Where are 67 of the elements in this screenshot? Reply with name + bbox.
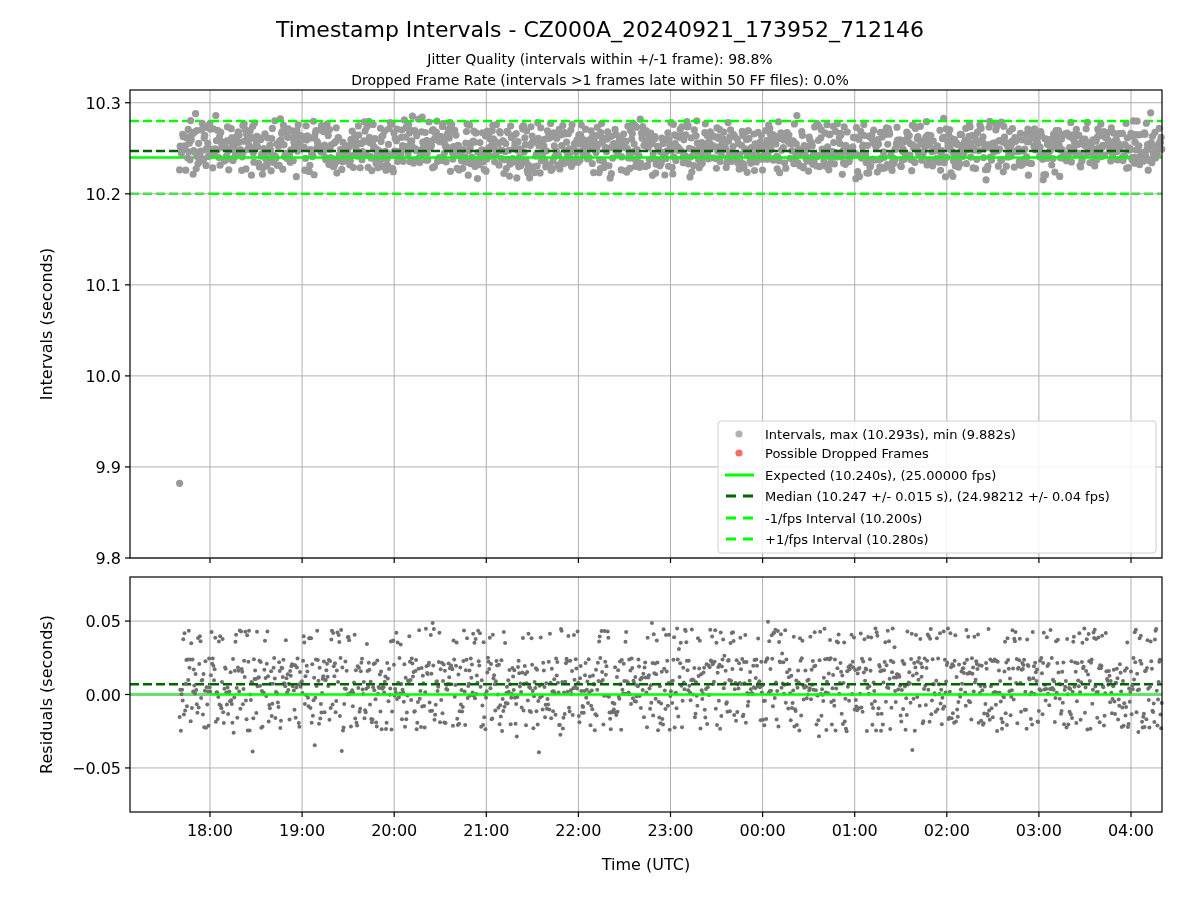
tick-mark (301, 558, 303, 563)
tick-mark (125, 767, 130, 769)
tick-mark (577, 812, 579, 817)
x-tick-label: 21:00 (463, 821, 510, 840)
y-tick-label: 10.3 (85, 93, 121, 113)
legend-label: -1/fps Interval (10.200s) (765, 510, 923, 526)
tick-mark (669, 558, 672, 563)
x-tick-label: 22:00 (555, 821, 602, 840)
x-tick-label: 23:00 (647, 821, 694, 840)
outlier-point (176, 479, 184, 487)
y-tick-label: 0.00 (85, 685, 121, 705)
y-tick-label: −0.05 (71, 758, 121, 778)
tick-mark (485, 812, 487, 817)
tick-mark (946, 812, 948, 817)
y-axis-label: Intervals (seconds) (37, 247, 56, 401)
tick-mark (209, 558, 211, 563)
tick-mark (854, 558, 856, 563)
y-tick-label: 10.1 (85, 275, 121, 295)
tick-mark (125, 284, 130, 286)
tick-mark (1038, 558, 1040, 563)
tick-mark (125, 375, 130, 377)
y-tick-label: 10.0 (85, 366, 121, 386)
legend-label: Possible Dropped Frames (765, 445, 929, 461)
y-tick-label: 9.9 (95, 457, 121, 477)
figure-subtitle: Dropped Frame Rate (intervals >1 frames late within 50 FF files): 0.0% (351, 72, 849, 88)
tick-mark (125, 693, 130, 696)
reference-line-end (1131, 682, 1162, 686)
y-tick-label: 9.8 (95, 549, 121, 568)
reference-line-end (1131, 693, 1162, 696)
tick-mark (854, 812, 856, 817)
x-tick-label: 02:00 (923, 821, 970, 840)
tick-mark (485, 558, 487, 563)
tick-mark (577, 558, 579, 563)
tick-mark (762, 812, 764, 817)
tick-mark (762, 558, 764, 563)
tick-mark (125, 193, 130, 195)
tick-mark (1130, 812, 1132, 817)
legend-label: Expected (10.240s), (25.00000 fps) (765, 467, 997, 483)
tick-mark (125, 557, 130, 559)
tick-mark (393, 558, 395, 563)
legend-label: +1/fps Interval (10.280s) (765, 531, 929, 547)
legend-label: Intervals, max (10.293s), min (9.882s) (765, 426, 1016, 442)
tick-mark (946, 558, 948, 563)
figure-title: Timestamp Intervals - CZ000A_20240921_173952_712146 (276, 17, 924, 42)
tick-mark (125, 466, 130, 468)
x-tick-label: 19:00 (279, 821, 326, 840)
y-tick-label: 10.2 (85, 184, 121, 204)
x-tick-label: 00:00 (739, 821, 786, 840)
x-axis-label: Time (UTC) (601, 855, 691, 874)
tick-mark (669, 812, 672, 817)
tick-mark (125, 620, 130, 622)
y-tick-label: 0.05 (85, 612, 121, 632)
tick-mark (393, 812, 395, 817)
x-tick-label: 20:00 (371, 821, 418, 840)
x-tick-label: 04:00 (1107, 821, 1155, 840)
legend-label: Median (10.247 +/- 0.015 s), (24.98212 +/- 0.04 fps) (765, 488, 1110, 504)
x-tick-label: 03:00 (1015, 821, 1062, 840)
tick-mark (125, 102, 130, 104)
tick-mark (1130, 558, 1132, 563)
tick-mark (301, 812, 303, 817)
tick-mark (1038, 812, 1040, 817)
y-axis-label: Residuals (seconds) (37, 615, 56, 774)
x-tick-label: 01:00 (831, 821, 878, 840)
tick-mark (209, 812, 211, 817)
figure-subtitle: Jitter Quality (intervals within +/-1 frame): 98.8% (427, 51, 773, 67)
x-tick-label: 18:00 (186, 821, 234, 840)
reference-line-end (1131, 192, 1162, 196)
